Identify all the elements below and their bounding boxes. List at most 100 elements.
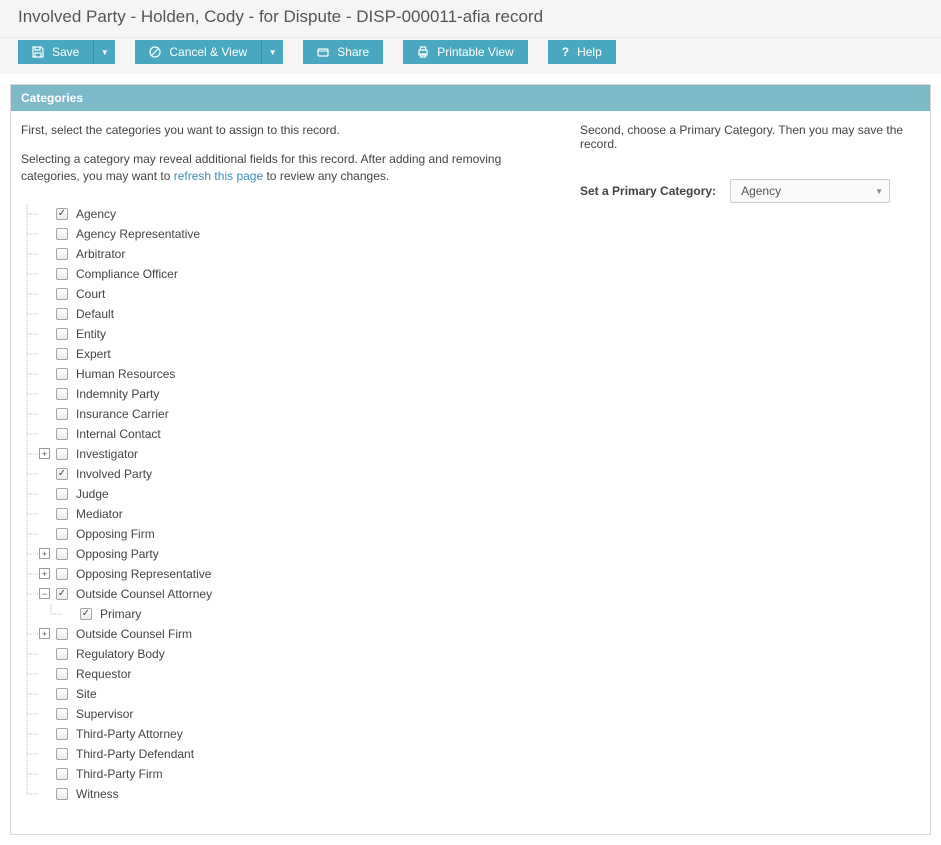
tree-connector (21, 444, 45, 464)
primary-category-dropdown[interactable]: Agency ▼ (730, 179, 890, 203)
category-checkbox[interactable] (56, 348, 68, 360)
tree-connector (21, 724, 45, 744)
tree-connector (21, 324, 45, 344)
category-label: Entity (76, 327, 106, 341)
tree-connector (21, 384, 45, 404)
category-checkbox[interactable] (56, 588, 68, 600)
intro-paragraph: Selecting a category may reveal addition… (21, 151, 560, 186)
refresh-page-link[interactable]: refresh this page (174, 169, 263, 183)
tree-node: +Opposing Representative (21, 564, 560, 584)
print-icon (417, 46, 429, 58)
save-dropdown-toggle[interactable]: ▼ (93, 40, 115, 64)
tree-node: +Outside Counsel Firm (21, 624, 560, 644)
tree-connector (21, 284, 45, 304)
category-checkbox[interactable] (56, 328, 68, 340)
tree-node: Supervisor (21, 704, 560, 724)
category-checkbox[interactable] (56, 468, 68, 480)
category-checkbox[interactable] (56, 508, 68, 520)
category-checkbox[interactable] (56, 308, 68, 320)
category-label: Outside Counsel Attorney (76, 587, 212, 601)
category-checkbox[interactable] (56, 648, 68, 660)
printable-view-button[interactable]: Printable View (403, 40, 528, 64)
category-checkbox[interactable] (80, 608, 92, 620)
category-checkbox[interactable] (56, 548, 68, 560)
category-label: Agency Representative (76, 227, 200, 241)
tree-connector (21, 644, 45, 664)
category-checkbox[interactable] (56, 228, 68, 240)
share-button[interactable]: Share (303, 40, 383, 64)
tree-node: Site (21, 684, 560, 704)
tree-node: Default (21, 304, 560, 324)
category-checkbox[interactable] (56, 668, 68, 680)
tree-node: Agency Representative (21, 224, 560, 244)
cancel-view-button[interactable]: Cancel & View (135, 40, 261, 64)
tree-node: Regulatory Body (21, 644, 560, 664)
intro-first-line: First, select the categories you want to… (21, 123, 560, 137)
tree-node: +Opposing Party (21, 544, 560, 564)
category-checkbox[interactable] (56, 768, 68, 780)
category-checkbox[interactable] (56, 728, 68, 740)
tree-connector (21, 364, 45, 384)
category-checkbox[interactable] (56, 568, 68, 580)
tree-node: Third-Party Attorney (21, 724, 560, 744)
category-checkbox[interactable] (56, 268, 68, 280)
category-label: Regulatory Body (76, 647, 165, 661)
categories-panel: Categories First, select the categories … (10, 84, 931, 835)
category-label: Default (76, 307, 114, 321)
tree-connector (21, 424, 45, 444)
category-label: Investigator (76, 447, 138, 461)
category-checkbox[interactable] (56, 368, 68, 380)
tree-connector (21, 304, 45, 324)
tree-connector (21, 764, 45, 784)
tree-connector (21, 624, 45, 644)
tree-connector (21, 564, 45, 584)
category-checkbox[interactable] (56, 428, 68, 440)
category-checkbox[interactable] (56, 248, 68, 260)
tree-connector (45, 604, 69, 624)
toolbar: Save ▼ Cancel & View ▼ Share (0, 38, 941, 74)
category-checkbox[interactable] (56, 788, 68, 800)
category-checkbox[interactable] (56, 288, 68, 300)
cancel-dropdown-toggle[interactable]: ▼ (261, 40, 283, 64)
category-checkbox[interactable] (56, 528, 68, 540)
category-checkbox[interactable] (56, 488, 68, 500)
tree-child-node: Primary (21, 604, 560, 624)
tree-node: Involved Party (21, 464, 560, 484)
category-label: Supervisor (76, 707, 133, 721)
tree-node: −Outside Counsel Attorney (21, 584, 560, 604)
tree-connector (21, 224, 45, 244)
primary-category-value: Agency (741, 184, 781, 198)
category-label: Opposing Party (76, 547, 159, 561)
category-label: Site (76, 687, 97, 701)
category-checkbox[interactable] (56, 628, 68, 640)
tree-connector (21, 544, 45, 564)
save-button[interactable]: Save (18, 40, 93, 64)
category-label: Third-Party Firm (76, 767, 163, 781)
category-checkbox[interactable] (56, 708, 68, 720)
tree-connector (21, 504, 45, 524)
intro-para-after: to review any changes. (263, 169, 389, 183)
tree-connector (21, 404, 45, 424)
category-checkbox[interactable] (56, 208, 68, 220)
tree-node: Agency (21, 204, 560, 224)
tree-connector (21, 344, 45, 364)
category-checkbox[interactable] (56, 688, 68, 700)
category-label: Human Resources (76, 367, 175, 381)
category-label: Involved Party (76, 467, 152, 481)
help-button[interactable]: ? Help (548, 40, 616, 64)
print-label: Printable View (437, 45, 514, 59)
tree-node: Third-Party Firm (21, 764, 560, 784)
category-checkbox[interactable] (56, 748, 68, 760)
tree-connector (21, 484, 45, 504)
cancel-label: Cancel & View (169, 45, 247, 59)
category-label: Internal Contact (76, 427, 161, 441)
share-icon (317, 47, 329, 57)
chevron-down-icon: ▼ (875, 187, 883, 196)
category-checkbox[interactable] (56, 448, 68, 460)
category-label: Opposing Firm (76, 527, 155, 541)
category-checkbox[interactable] (56, 408, 68, 420)
tree-node: Opposing Firm (21, 524, 560, 544)
tree-connector (21, 784, 45, 804)
category-checkbox[interactable] (56, 388, 68, 400)
category-label: Judge (76, 487, 109, 501)
